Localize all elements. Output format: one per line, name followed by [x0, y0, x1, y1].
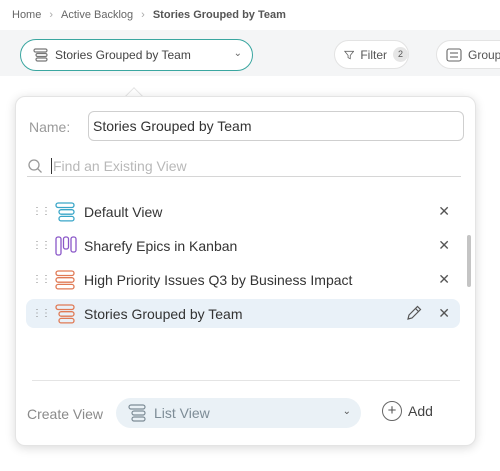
- filter-count-badge: 2: [393, 47, 408, 62]
- list-icon: [55, 201, 75, 222]
- view-selector-label: Stories Grouped by Team: [55, 48, 191, 62]
- view-item-label: Stories Grouped by Team: [84, 305, 243, 322]
- search-input[interactable]: [51, 157, 431, 174]
- add-view-button[interactable]: + Add: [382, 401, 433, 421]
- create-view-label: Create View: [27, 406, 104, 422]
- edit-pencil-icon[interactable]: [405, 304, 423, 322]
- list-icon: [33, 48, 48, 62]
- search-icon: [28, 158, 42, 173]
- chevron-down-icon: ⌄: [233, 48, 242, 59]
- group-label: Group: [468, 47, 500, 62]
- view-selector[interactable]: Stories Grouped by Team ⌄: [20, 39, 253, 71]
- chevron-down-icon: ⌄: [342, 406, 351, 417]
- add-label: Add: [408, 403, 433, 419]
- view-list: ⋮⋮ Default View ✕ ⋮⋮ Sharefy Epics in Ka…: [26, 197, 460, 333]
- view-item-stories-grouped[interactable]: ⋮⋮ Stories Grouped by Team ✕: [26, 299, 460, 328]
- view-item-default-view[interactable]: ⋮⋮ Default View ✕: [26, 197, 460, 226]
- views-popover: Name: ⋮⋮ Default View ✕ ⋮⋮: [15, 96, 476, 446]
- name-label: Name:: [29, 119, 71, 135]
- filter-icon: [344, 50, 355, 59]
- close-icon[interactable]: ✕: [438, 203, 450, 220]
- breadcrumb: Home › Active Backlog › Stories Grouped …: [12, 9, 286, 21]
- close-icon[interactable]: ✕: [438, 237, 450, 254]
- view-item-high-priority[interactable]: ⋮⋮ High Priority Issues Q3 by Business I…: [26, 265, 460, 294]
- close-icon[interactable]: ✕: [438, 305, 450, 322]
- view-type-select[interactable]: List View ⌄: [116, 398, 361, 428]
- scrollbar[interactable]: [467, 235, 471, 287]
- drag-handle-icon[interactable]: ⋮⋮: [32, 308, 51, 319]
- divider: [32, 380, 460, 381]
- view-item-sharefy-epics[interactable]: ⋮⋮ Sharefy Epics in Kanban ✕: [26, 231, 460, 260]
- breadcrumb-separator: ›: [49, 9, 54, 21]
- breadcrumb-home[interactable]: Home: [12, 9, 41, 21]
- close-icon[interactable]: ✕: [438, 271, 450, 288]
- filter-label: Filter: [360, 47, 387, 62]
- view-name-input[interactable]: [88, 111, 464, 141]
- list-icon: [55, 269, 75, 290]
- view-item-label: Default View: [84, 203, 163, 220]
- kanban-icon: [55, 235, 77, 256]
- plus-circle-icon: +: [382, 401, 402, 421]
- drag-handle-icon[interactable]: ⋮⋮: [32, 274, 51, 285]
- view-item-label: High Priority Issues Q3 by Business Impa…: [84, 271, 353, 288]
- breadcrumb-active-backlog[interactable]: Active Backlog: [61, 9, 133, 21]
- view-type-label: List View: [154, 405, 210, 421]
- list-icon: [128, 404, 146, 422]
- list-icon: [55, 303, 75, 324]
- group-icon: [446, 47, 462, 62]
- drag-handle-icon[interactable]: ⋮⋮: [32, 240, 51, 251]
- drag-handle-icon[interactable]: ⋮⋮: [32, 206, 51, 217]
- view-item-label: Sharefy Epics in Kanban: [84, 237, 238, 254]
- group-button[interactable]: Group: [436, 40, 500, 69]
- view-search: [27, 155, 461, 177]
- breadcrumb-separator: ›: [141, 9, 145, 21]
- filter-button[interactable]: Filter 2: [334, 40, 409, 69]
- breadcrumb-current: Stories Grouped by Team: [152, 9, 286, 21]
